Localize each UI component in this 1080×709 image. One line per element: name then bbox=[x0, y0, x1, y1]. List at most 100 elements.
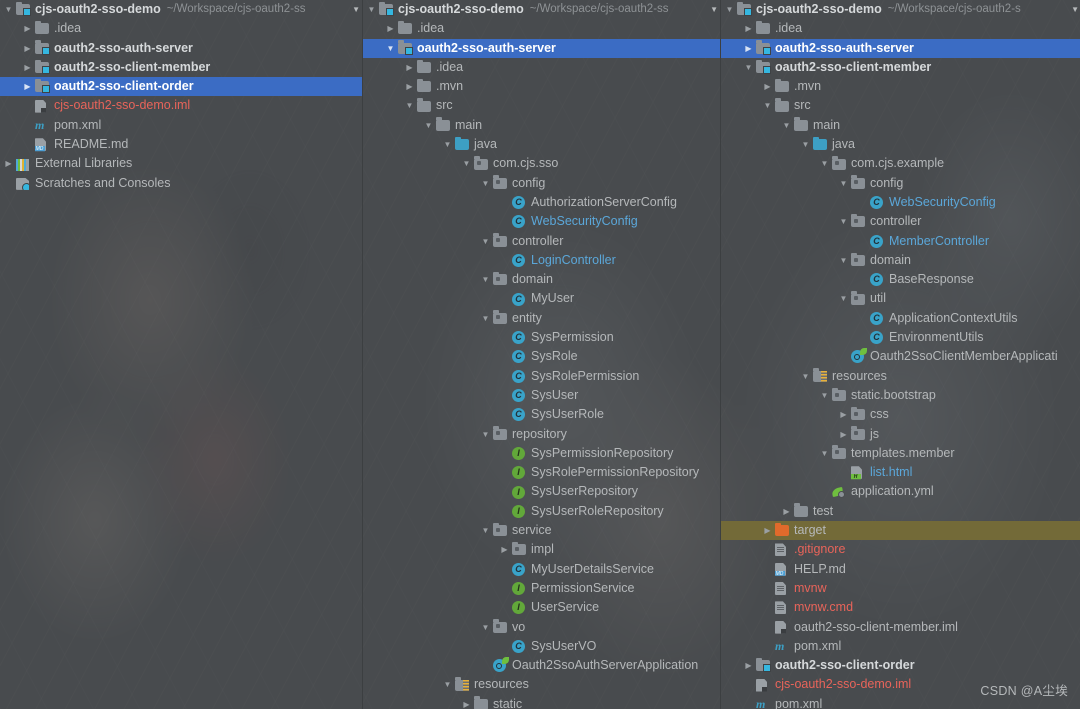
chevron-down-icon[interactable]: ▼ bbox=[799, 135, 812, 154]
tree-row[interactable]: SysUserVO bbox=[363, 637, 720, 656]
tree-row[interactable]: ▶ static bbox=[363, 695, 720, 709]
tree-row[interactable]: MyUserDetailsService bbox=[363, 560, 720, 579]
chevron-down-icon[interactable]: ▼ bbox=[441, 135, 454, 154]
tree-row[interactable]: ▶ External Libraries bbox=[0, 154, 362, 173]
tree-row[interactable]: ▼ com.cjs.sso bbox=[363, 154, 720, 173]
chevron-right-icon[interactable]: ▶ bbox=[742, 19, 755, 38]
tree-row[interactable]: ▼ controller bbox=[721, 212, 1080, 231]
tree-row[interactable]: MemberController bbox=[721, 232, 1080, 251]
tree-row[interactable]: SysPermission bbox=[363, 328, 720, 347]
chevron-right-icon[interactable]: ▶ bbox=[21, 19, 34, 38]
tree-row[interactable]: ▼ oauth2-sso-client-member bbox=[721, 58, 1080, 77]
chevron-down-icon[interactable]: ▼ bbox=[818, 444, 831, 463]
tree-row[interactable]: cjs-oauth2-sso-demo.iml bbox=[0, 96, 362, 115]
tree-row[interactable]: ▼ templates.member bbox=[721, 444, 1080, 463]
tree-row[interactable]: ▼ config bbox=[363, 174, 720, 193]
chevron-down-icon[interactable]: ▼ bbox=[818, 154, 831, 173]
tree-row[interactable]: ▶ .idea bbox=[721, 19, 1080, 38]
tree-row[interactable]: pom.xml bbox=[721, 637, 1080, 656]
tree-row[interactable]: EnvironmentUtils bbox=[721, 328, 1080, 347]
chevron-right-icon[interactable]: ▶ bbox=[837, 425, 850, 444]
tree-row[interactable]: ▶ oauth2-sso-client-order bbox=[721, 656, 1080, 675]
tree-row[interactable]: ▼ config bbox=[721, 174, 1080, 193]
chevron-down-icon[interactable]: ▼ bbox=[460, 154, 473, 173]
chevron-right-icon[interactable]: ▶ bbox=[460, 695, 473, 709]
project-tree-panel-right[interactable]: ▼ cjs-oauth2-sso-demo ~/Workspace/cjs-oaut… bbox=[720, 0, 1080, 709]
tree-row[interactable]: ▶ impl bbox=[363, 540, 720, 559]
tree-row[interactable]: ▼ static.bootstrap bbox=[721, 386, 1080, 405]
tree-row[interactable]: ▶ target bbox=[721, 521, 1080, 541]
tree-row[interactable]: SysPermissionRepository bbox=[363, 444, 720, 463]
tree-row[interactable]: ▼ cjs-oauth2-sso-demo ~/Workspace/cjs-oaut… bbox=[0, 0, 362, 19]
tree-row[interactable]: SysRole bbox=[363, 347, 720, 366]
chevron-down-icon[interactable]: ▼ bbox=[479, 425, 492, 444]
tree-row[interactable]: ▼ util bbox=[721, 289, 1080, 308]
tree-row[interactable]: oauth2-sso-client-member.iml bbox=[721, 618, 1080, 637]
tree-row[interactable]: PermissionService bbox=[363, 579, 720, 598]
tree-row[interactable]: ▼ resources bbox=[721, 367, 1080, 386]
tree-row[interactable]: AuthorizationServerConfig bbox=[363, 193, 720, 212]
tree-row[interactable]: ▶ .mvn bbox=[721, 77, 1080, 96]
tree-row[interactable]: ▼ cjs-oauth2-sso-demo ~/Workspace/cjs-oaut… bbox=[721, 0, 1080, 19]
tree-row[interactable]: ▼ controller bbox=[363, 232, 720, 251]
tree-row[interactable]: ▶ js bbox=[721, 425, 1080, 444]
tree-row[interactable]: SysUserRoleRepository bbox=[363, 502, 720, 521]
panel-header-caret-icon[interactable]: ▼ bbox=[352, 0, 360, 19]
tree-row[interactable]: WebSecurityConfig bbox=[721, 193, 1080, 212]
tree-row[interactable]: ▶ .mvn bbox=[363, 77, 720, 96]
tree-row[interactable]: LoginController bbox=[363, 251, 720, 270]
tree-row[interactable]: MyUser bbox=[363, 289, 720, 308]
chevron-down-icon[interactable]: ▼ bbox=[422, 116, 435, 135]
tree-row[interactable]: .gitignore bbox=[721, 540, 1080, 559]
tree-row[interactable]: SysRolePermissionRepository bbox=[363, 463, 720, 482]
chevron-down-icon[interactable]: ▼ bbox=[780, 116, 793, 135]
chevron-right-icon[interactable]: ▶ bbox=[742, 39, 755, 58]
tree-row[interactable]: ▼ repository bbox=[363, 425, 720, 444]
tree-row[interactable]: ▼ domain bbox=[363, 270, 720, 289]
chevron-down-icon[interactable]: ▼ bbox=[441, 675, 454, 694]
tree-row[interactable]: ▼ src bbox=[363, 96, 720, 115]
tree-row[interactable]: ▶ oauth2-sso-client-order bbox=[0, 77, 362, 97]
chevron-down-icon[interactable]: ▼ bbox=[365, 0, 378, 19]
chevron-right-icon[interactable]: ▶ bbox=[21, 39, 34, 58]
tree-row[interactable]: list.html bbox=[721, 463, 1080, 482]
tree-row[interactable]: Oauth2SsoAuthServerApplication bbox=[363, 656, 720, 675]
chevron-down-icon[interactable]: ▼ bbox=[723, 0, 736, 19]
chevron-right-icon[interactable]: ▶ bbox=[403, 77, 416, 96]
chevron-down-icon[interactable]: ▼ bbox=[837, 212, 850, 231]
tree-row[interactable]: ▼ service bbox=[363, 521, 720, 540]
chevron-down-icon[interactable]: ▼ bbox=[2, 0, 15, 19]
tree-row[interactable]: SysUser bbox=[363, 386, 720, 405]
chevron-right-icon[interactable]: ▶ bbox=[837, 405, 850, 424]
tree-row[interactable]: ▼ oauth2-sso-auth-server bbox=[363, 38, 720, 58]
tree-row[interactable]: HELP.md bbox=[721, 560, 1080, 579]
tree-row[interactable]: mvnw.cmd bbox=[721, 598, 1080, 617]
chevron-down-icon[interactable]: ▼ bbox=[479, 174, 492, 193]
chevron-right-icon[interactable]: ▶ bbox=[21, 77, 34, 96]
tree-row[interactable]: ▶ .idea bbox=[0, 19, 362, 38]
tree-row[interactable]: README.md bbox=[0, 135, 362, 154]
chevron-down-icon[interactable]: ▼ bbox=[384, 39, 397, 58]
tree-row[interactable]: UserService bbox=[363, 598, 720, 617]
tree-row[interactable]: SysUserRepository bbox=[363, 482, 720, 501]
tree-row[interactable]: ▶ oauth2-sso-auth-server bbox=[721, 38, 1080, 58]
chevron-right-icon[interactable]: ▶ bbox=[761, 521, 774, 540]
tree-row[interactable]: ▶ oauth2-sso-auth-server bbox=[0, 39, 362, 58]
tree-row[interactable]: ▼ cjs-oauth2-sso-demo ~/Workspace/cjs-oaut… bbox=[363, 0, 720, 19]
panel-header-caret-icon[interactable]: ▼ bbox=[1071, 0, 1079, 19]
tree-row[interactable]: ▼ com.cjs.example bbox=[721, 154, 1080, 173]
chevron-down-icon[interactable]: ▼ bbox=[761, 96, 774, 115]
chevron-right-icon[interactable]: ▶ bbox=[403, 58, 416, 77]
chevron-down-icon[interactable]: ▼ bbox=[479, 521, 492, 540]
tree-row[interactable]: pom.xml bbox=[0, 116, 362, 135]
chevron-down-icon[interactable]: ▼ bbox=[837, 174, 850, 193]
tree-row[interactable]: ▶ .idea bbox=[363, 19, 720, 38]
tree-row[interactable]: ▼ java bbox=[721, 135, 1080, 154]
project-tree-panel-middle[interactable]: ▼ cjs-oauth2-sso-demo ~/Workspace/cjs-oaut… bbox=[362, 0, 720, 709]
tree-row[interactable]: application.yml bbox=[721, 482, 1080, 501]
tree-row[interactable]: BaseResponse bbox=[721, 270, 1080, 289]
chevron-down-icon[interactable]: ▼ bbox=[818, 386, 831, 405]
project-tree-panel-left[interactable]: ▼ cjs-oauth2-sso-demo ~/Workspace/cjs-oaut… bbox=[0, 0, 362, 709]
tree-row[interactable]: ▼ resources bbox=[363, 675, 720, 694]
chevron-right-icon[interactable]: ▶ bbox=[21, 58, 34, 77]
